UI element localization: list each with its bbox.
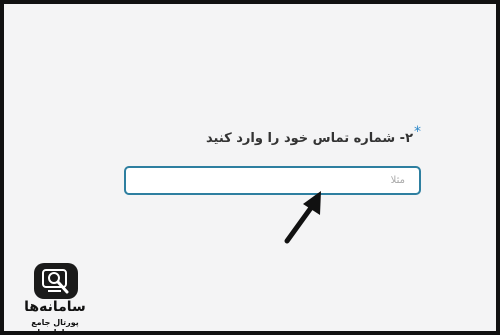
phone-question-label: ۲- شماره تماس خود را وارد کنید	[206, 131, 413, 146]
screenshot-frame: * ۲- شماره تماس خود را وارد کنید سامانه‌…	[0, 0, 500, 335]
phone-input-container	[124, 166, 421, 195]
logo-badge	[34, 263, 78, 299]
phone-question: * ۲- شماره تماس خود را وارد کنید	[206, 124, 421, 146]
logo-name: سامانه‌ها	[24, 299, 86, 315]
logo-tagline: پورتال جامع سامانه‌ها	[31, 318, 79, 335]
black-arrow-pointer-icon	[284, 191, 321, 244]
phone-number-input[interactable]	[126, 168, 419, 193]
magnifier-screen-logo-icon	[42, 269, 69, 294]
samaneha-logo: سامانه‌ها پورتال جامع سامانه‌ها	[16, 263, 94, 335]
required-asterisk: *	[414, 124, 421, 140]
